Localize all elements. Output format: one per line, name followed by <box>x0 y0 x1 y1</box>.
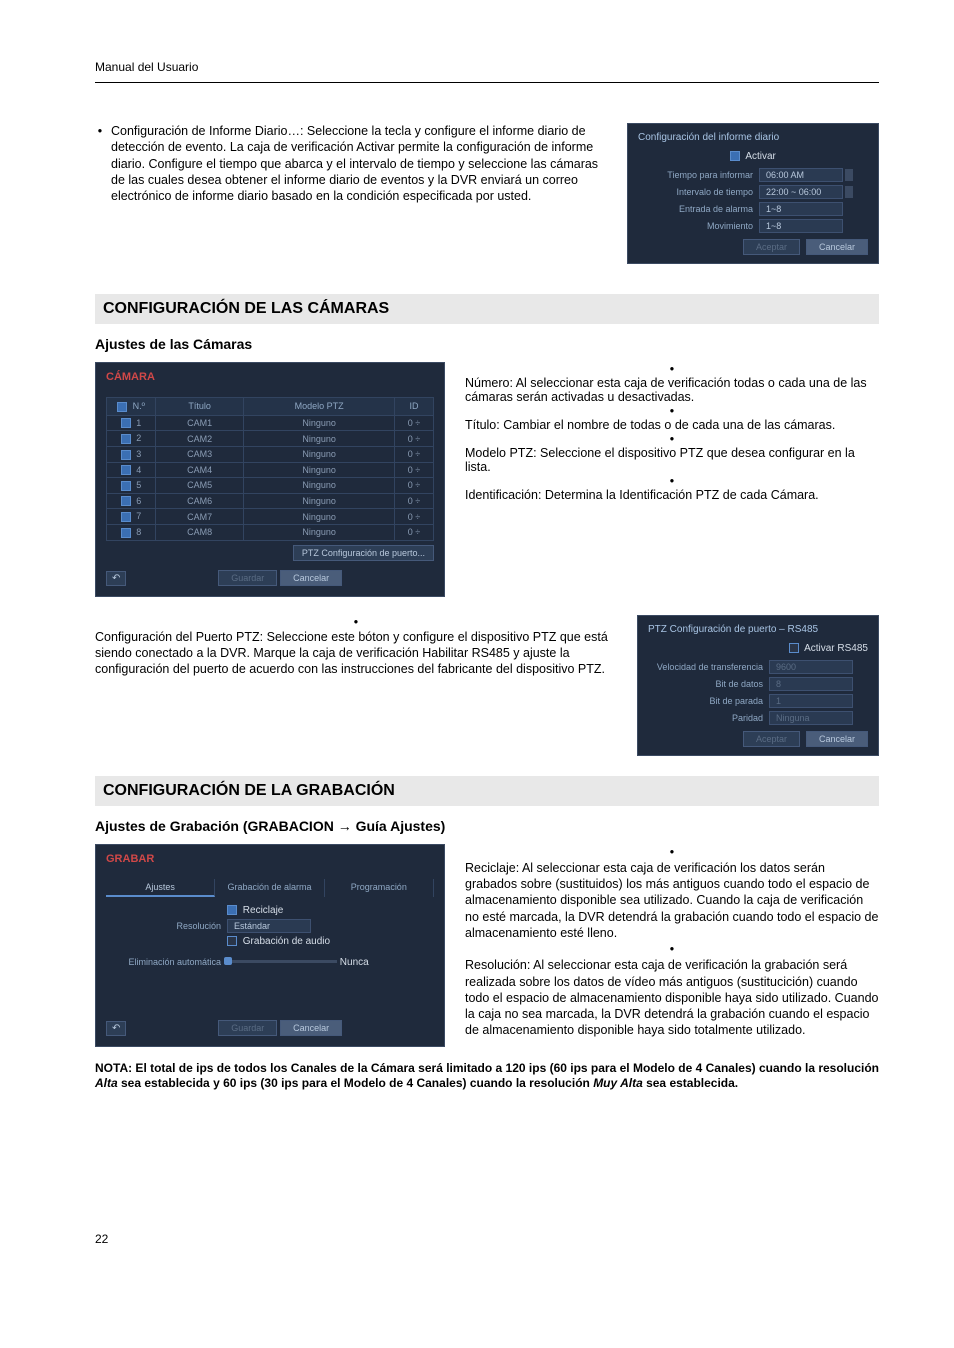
table-row: 6CAM6Ninguno0 ÷ <box>107 493 434 509</box>
bullet-dot: • <box>95 123 105 204</box>
databit-field[interactable]: 8 <box>769 677 853 691</box>
table-row: 1CAM1Ninguno0 ÷ <box>107 415 434 431</box>
daily-cancel-button[interactable]: Cancelar <box>806 239 868 255</box>
reciclaje-label: Reciclaje <box>243 905 284 916</box>
ptz-port-panel: PTZ Configuración de puerto – RS485 Acti… <box>637 615 879 756</box>
resolution-select[interactable]: Estándar <box>227 919 311 933</box>
bullet-dot: • <box>95 615 617 629</box>
camera-bullet: Identificación: Determina la Identificac… <box>465 488 879 502</box>
ptz-port-button[interactable]: PTZ Configuración de puerto... <box>293 545 434 561</box>
interval-field[interactable]: 22:00 ~ 06:00 <box>759 185 843 199</box>
row-checkbox[interactable] <box>121 450 131 460</box>
page-number: 22 <box>95 1232 879 1246</box>
table-row: 8CAM8Ninguno0 ÷ <box>107 525 434 541</box>
enable-rs485-label: Activar RS485 <box>804 643 868 654</box>
enable-rs485-checkbox[interactable] <box>789 643 799 653</box>
bullet-dot: • <box>465 362 879 376</box>
cameras-subheading: Ajustes de las Cámaras <box>95 336 879 352</box>
audio-label: Grabación de audio <box>243 936 330 947</box>
resolution-label: Resolución <box>106 921 221 931</box>
parity-label: Paridad <box>648 713 763 723</box>
time-report-field[interactable]: 06:00 AM <box>759 168 843 182</box>
ptz-text: Configuración del Puerto PTZ: Seleccione… <box>95 629 617 678</box>
alarm-in-field[interactable]: 1~8 <box>759 202 843 216</box>
table-row: 5CAM5Ninguno0 ÷ <box>107 478 434 494</box>
activate-checkbox[interactable] <box>730 151 740 161</box>
parity-field[interactable]: Ninguna <box>769 711 853 725</box>
back-icon[interactable]: ↶ <box>106 571 126 586</box>
daily-accept-button[interactable]: Aceptar <box>743 239 800 255</box>
row-checkbox[interactable] <box>121 528 131 538</box>
col-ptz: Modelo PTZ <box>244 398 395 416</box>
table-row: 3CAM3Ninguno0 ÷ <box>107 446 434 462</box>
back-icon[interactable]: ↶ <box>106 1021 126 1036</box>
cameras-heading: CONFIGURACIÓN DE LAS CÁMARAS <box>95 294 879 324</box>
alarm-in-label: Entrada de alarma <box>638 204 753 214</box>
camera-bullet: Modelo PTZ: Seleccione el dispositivo PT… <box>465 446 879 474</box>
tab-ajustes[interactable]: Ajustes <box>106 879 215 897</box>
row-checkbox[interactable] <box>121 465 131 475</box>
motion-field[interactable]: 1~8 <box>759 219 843 233</box>
tab-programacion[interactable]: Programación <box>325 879 434 897</box>
activate-label: Activar <box>745 151 776 162</box>
ptz-cancel-button[interactable]: Cancelar <box>806 731 868 747</box>
camera-cancel-button[interactable]: Cancelar <box>280 570 342 586</box>
note-text: NOTA: El total de ips de todos los Canal… <box>95 1061 879 1092</box>
baud-label: Velocidad de transferencia <box>648 662 763 672</box>
daily-report-panel: Configuración del informe diario Activar… <box>627 123 879 264</box>
motion-label: Movimiento <box>638 221 753 231</box>
row-checkbox[interactable] <box>121 496 131 506</box>
stopbit-label: Bit de parada <box>648 696 763 706</box>
intro-text: Configuración de Informe Diario…: Selecc… <box>111 123 607 204</box>
bullet-dot: • <box>465 844 879 860</box>
baud-field[interactable]: 9600 <box>769 660 853 674</box>
spinner-icon[interactable] <box>845 186 853 198</box>
camera-panel: CÁMARA N.º Título Modelo PTZ ID 1CAM1Nin… <box>95 362 445 597</box>
table-row: 2CAM2Ninguno0 ÷ <box>107 431 434 447</box>
recording-subheading: Ajustes de Grabación (GRABACION → Guía A… <box>95 818 879 834</box>
row-checkbox[interactable] <box>121 481 131 491</box>
select-all-checkbox[interactable] <box>117 402 127 412</box>
rec-bullet: Reciclaje: Al seleccionar esta caja de v… <box>465 860 879 941</box>
autodel-label: Eliminación automática <box>106 957 221 967</box>
table-row: 7CAM7Ninguno0 ÷ <box>107 509 434 525</box>
audio-checkbox[interactable] <box>227 936 237 946</box>
bullet-dot: • <box>465 474 879 488</box>
databit-label: Bit de datos <box>648 679 763 689</box>
row-checkbox[interactable] <box>121 434 131 444</box>
camera-save-button[interactable]: Guardar <box>218 570 277 586</box>
record-cancel-button[interactable]: Cancelar <box>280 1020 342 1036</box>
tab-alarma[interactable]: Grabación de alarma <box>215 879 324 897</box>
camera-bullet: Número: Al seleccionar esta caja de veri… <box>465 376 879 404</box>
autodel-value: Nunca <box>340 957 369 968</box>
row-checkbox[interactable] <box>121 512 131 522</box>
spinner-icon[interactable] <box>845 169 853 181</box>
ptz-accept-button[interactable]: Aceptar <box>743 731 800 747</box>
bullet-dot: • <box>465 432 879 446</box>
stopbit-field[interactable]: 1 <box>769 694 853 708</box>
ptz-panel-title: PTZ Configuración de puerto – RS485 <box>648 624 868 635</box>
bullet-dot: • <box>465 404 879 418</box>
bullet-dot: • <box>465 941 879 957</box>
reciclaje-checkbox[interactable] <box>227 905 237 915</box>
recording-heading: CONFIGURACIÓN DE LA GRABACIÓN <box>95 776 879 806</box>
col-title: Título <box>156 398 244 416</box>
camera-bullet: Título: Cambiar el nombre de todas o de … <box>465 418 879 432</box>
manual-header: Manual del Usuario <box>95 60 879 83</box>
table-row: 4CAM4Ninguno0 ÷ <box>107 462 434 478</box>
interval-label: Intervalo de tiempo <box>638 187 753 197</box>
autodel-slider[interactable] <box>227 960 337 963</box>
rec-bullet: Resolución: Al seleccionar esta caja de … <box>465 957 879 1038</box>
time-report-label: Tiempo para informar <box>638 170 753 180</box>
record-panel: GRABAR Ajustes Grabación de alarma Progr… <box>95 844 445 1047</box>
camera-table: N.º Título Modelo PTZ ID 1CAM1Ninguno0 ÷… <box>106 397 434 541</box>
record-save-button[interactable]: Guardar <box>218 1020 277 1036</box>
row-checkbox[interactable] <box>121 418 131 428</box>
camera-panel-title: CÁMARA <box>106 371 434 383</box>
col-id: ID <box>395 398 434 416</box>
daily-panel-title: Configuración del informe diario <box>638 132 868 143</box>
record-panel-title: GRABAR <box>106 853 434 865</box>
